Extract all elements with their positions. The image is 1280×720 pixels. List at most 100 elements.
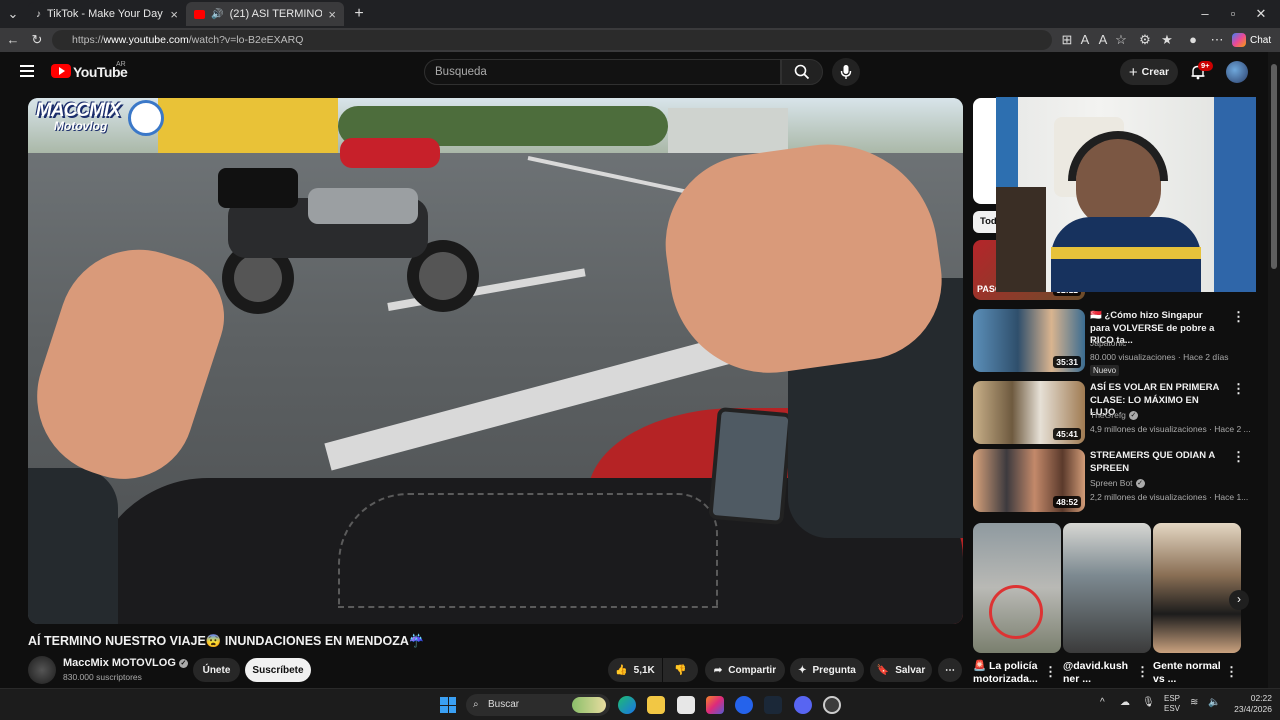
share-icon: ➦ xyxy=(713,664,723,676)
ask-button[interactable]: ✦ Pregunta xyxy=(790,658,864,682)
read-aloud-icon[interactable]: A xyxy=(1094,31,1112,49)
cloud-icon[interactable]: ☁ xyxy=(1120,697,1130,708)
file-explorer-icon[interactable] xyxy=(647,696,665,714)
url-path: /watch?v=lo-B2eEXARQ xyxy=(188,34,304,46)
share-button[interactable]: ➦ Compartir xyxy=(705,658,785,682)
sidebar-video-channel[interactable]: Japatonic xyxy=(1090,338,1126,348)
close-window-icon[interactable]: ✕ xyxy=(1252,5,1270,23)
more-actions-icon[interactable]: ⋮ xyxy=(1044,665,1057,678)
windows-start-icon[interactable] xyxy=(440,697,456,713)
channel-avatar[interactable] xyxy=(28,656,56,684)
edge-icon[interactable] xyxy=(618,696,636,714)
maccmix-channel-logo-overlay: MACCMIX Motovlog xyxy=(36,100,166,140)
reload-icon[interactable]: ↻ xyxy=(28,31,46,49)
obs-icon[interactable] xyxy=(823,696,841,714)
save-button[interactable]: 🔖 Salvar xyxy=(870,658,932,682)
wifi-icon[interactable]: ≋ xyxy=(1190,697,1198,708)
windows-taskbar: ⌕ Buscar ^ ☁ 🎙 ESP ESV ≋ 🔈 02:22 23/4/20… xyxy=(0,688,1280,720)
chat-label: Chat xyxy=(1250,34,1272,46)
clock[interactable]: 02:22 23/4/2026 xyxy=(1226,693,1272,715)
tab-list-icon[interactable]: ⌄ xyxy=(4,5,22,23)
more-actions-icon[interactable]: ⋮ xyxy=(1232,382,1245,395)
sidebar-video-thumbnail[interactable]: 35:31 xyxy=(973,309,1085,372)
microphone-icon[interactable]: 🎙 xyxy=(1142,697,1155,708)
profile-icon[interactable]: ● xyxy=(1184,31,1202,49)
shirt-stripe xyxy=(1051,247,1201,259)
youtube-header: YouTube AR Busqueda + Crear 9+ xyxy=(0,52,1268,92)
create-label: Crear xyxy=(1141,66,1170,78)
more-icon[interactable]: ⋯ xyxy=(1208,31,1226,49)
more-actions-icon[interactable]: ⋮ xyxy=(1232,310,1245,323)
tiktok-icon: ♪ xyxy=(36,8,41,20)
translate-icon[interactable]: A xyxy=(1076,31,1094,49)
notifications-button[interactable]: 9+ xyxy=(1190,61,1213,80)
app-icon[interactable] xyxy=(735,696,753,714)
url-field[interactable]: https://www.youtube.com/watch?v=lo-B2eEX… xyxy=(52,30,1052,50)
short-title[interactable]: Gente normal vs ... xyxy=(1153,660,1235,686)
apps-icon[interactable]: ⊞ xyxy=(1058,31,1076,49)
extensions-icon[interactable]: ⚙ xyxy=(1136,31,1154,49)
instagram-icon[interactable] xyxy=(706,696,724,714)
subscribe-button[interactable]: Suscríbete xyxy=(245,658,311,682)
volume-icon[interactable]: 🔈 xyxy=(1208,697,1220,708)
create-button[interactable]: + Crear xyxy=(1120,59,1178,85)
account-avatar[interactable] xyxy=(1226,61,1248,83)
search-button[interactable] xyxy=(781,59,823,85)
more-video-actions-button[interactable]: ⋯ xyxy=(938,658,962,682)
short-thumbnail[interactable] xyxy=(1063,523,1151,653)
steam-icon[interactable] xyxy=(764,696,782,714)
new-badge: Nuevo xyxy=(1090,365,1120,376)
taskbar-search[interactable]: ⌕ Buscar xyxy=(466,694,610,716)
language-indicator[interactable]: ESP ESV xyxy=(1164,694,1180,714)
address-bar-row: ← ↻ https://www.youtube.com/watch?v=lo-B… xyxy=(0,28,1280,52)
more-actions-icon[interactable]: ⋮ xyxy=(1136,665,1149,678)
sidebar-video-channel[interactable]: TheGrefg ✓ xyxy=(1090,410,1138,421)
webcam-person-shirt xyxy=(1051,217,1201,292)
back-icon[interactable]: ← xyxy=(4,31,22,49)
taskbar-search-label: Buscar xyxy=(488,699,520,710)
speaker-icon[interactable]: 🔊 xyxy=(211,9,223,20)
tab-tiktok[interactable]: ♪ TikTok - Make Your Day × xyxy=(28,2,186,26)
like-button[interactable]: 👍 5,1K xyxy=(608,658,662,682)
sidebar-video-title[interactable]: STREAMERS QUE ODIAN A SPREEN xyxy=(1090,450,1225,475)
sidebar-video-thumbnail[interactable]: 48:52 xyxy=(973,449,1085,512)
youtube-logo-icon[interactable] xyxy=(51,64,71,78)
join-button[interactable]: Únete xyxy=(193,658,240,682)
maximize-icon[interactable]: ▫ xyxy=(1224,5,1242,23)
more-actions-icon[interactable]: ⋮ xyxy=(1232,450,1245,463)
short-title[interactable]: @david.kush ner ... xyxy=(1063,660,1145,686)
store-icon[interactable] xyxy=(677,696,695,714)
scrollbar-thumb[interactable] xyxy=(1271,64,1277,269)
close-tab-icon[interactable]: × xyxy=(170,7,178,22)
short-thumbnail[interactable] xyxy=(1153,523,1241,653)
webcam-shelf xyxy=(996,187,1046,292)
minimize-icon[interactable]: – xyxy=(1196,5,1214,23)
favorite-icon[interactable]: ☆ xyxy=(1112,31,1130,49)
short-title[interactable]: 🚨 La policía motorizada... xyxy=(973,660,1055,686)
verified-icon: ✓ xyxy=(1135,479,1145,489)
discord-icon[interactable] xyxy=(794,696,812,714)
tab-youtube[interactable]: 🔊 (21) ASI TERMINO NUESTRO V × xyxy=(186,2,344,26)
sidebar-video-thumbnail[interactable]: 45:41 xyxy=(973,381,1085,444)
next-shorts-button[interactable]: › xyxy=(1229,590,1249,610)
close-tab-icon[interactable]: × xyxy=(328,7,336,22)
channel-name-row[interactable]: MaccMix MOTOVLOG ✓ xyxy=(63,657,188,669)
share-label: Compartir xyxy=(728,664,777,676)
sidebar-video-channel[interactable]: Spreen Bot ✓ xyxy=(1090,478,1145,489)
favorites-icon[interactable]: ★ xyxy=(1158,31,1176,49)
voice-search-button[interactable] xyxy=(832,58,860,86)
menu-icon[interactable] xyxy=(20,65,34,77)
helmet-logo-icon xyxy=(128,100,164,136)
search-input[interactable]: Busqueda xyxy=(424,59,781,85)
new-tab-icon[interactable]: + xyxy=(350,5,368,23)
parked-motorcycle xyxy=(218,168,479,314)
more-actions-icon[interactable]: ⋮ xyxy=(1225,665,1238,678)
copilot-chat-button[interactable]: Chat xyxy=(1232,31,1271,49)
dislike-button[interactable]: 👎 xyxy=(663,658,698,682)
show-hidden-icons-icon[interactable]: ^ xyxy=(1100,697,1105,708)
video-duration: 45:41 xyxy=(1053,428,1081,440)
video-player[interactable]: MACCMIX Motovlog xyxy=(28,98,963,624)
channel-name: TheGrefg xyxy=(1090,410,1126,420)
short-thumbnail[interactable] xyxy=(973,523,1061,653)
like-count: 5,1K xyxy=(633,664,655,676)
